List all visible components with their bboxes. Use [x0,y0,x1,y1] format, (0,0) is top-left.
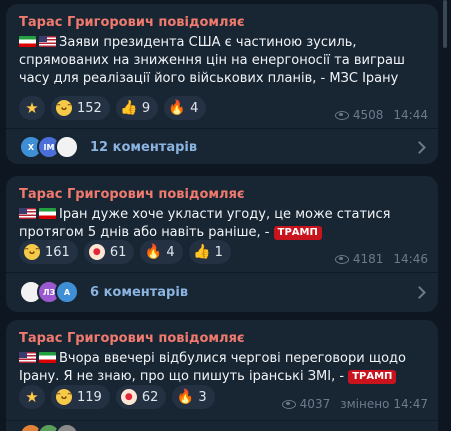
eye-icon [334,110,349,120]
commenter-avatars: X IM [19,135,79,159]
reaction-clown[interactable]: ● 61 [83,240,135,264]
clown-face-icon: ● [120,389,137,405]
reaction-fire[interactable]: 🔥 4 [140,240,183,264]
comments-count: 12 коментарів [90,139,198,155]
usa-flag-icon [19,208,36,219]
message-text: Вчора ввечері відбулися чергові перегово… [19,350,431,386]
reaction-fire[interactable]: 🔥 3 [172,385,215,409]
reaction-thumbs-up[interactable]: 👍 9 [115,96,159,120]
scrollbar[interactable] [443,0,447,48]
star-icon: ★ [25,388,39,406]
usa-flag-icon [19,352,36,363]
reactions-bar: ★ ᵔᴗᵔ 119 ● 62 🔥 3 [19,385,215,409]
message-feed[interactable]: Тарас Григорович повідомляє Заяви презид… [0,0,451,431]
edited-label: змінено [340,397,390,411]
reaction-clown[interactable]: ● 62 [115,385,167,409]
reaction-grin[interactable]: ᵔᴗᵔ 152 [51,96,110,120]
thumbs-up-icon: 👍 [120,100,138,116]
message-time: 14:46 [393,252,428,266]
chevron-right-icon [413,285,426,299]
sender-name[interactable]: Тарас Григорович повідомляє [19,15,245,30]
sender-name[interactable]: Тарас Григорович повідомляє [19,331,245,346]
reaction-grin[interactable]: ᵔᴗᵔ 119 [51,385,110,409]
divider [6,420,438,421]
channel-post[interactable]: Тарас Григорович повідомляє Заяви презид… [6,4,438,164]
view-count: 4508 [352,108,384,122]
reaction-count: 4 [190,100,199,116]
reaction-count: 1 [214,244,223,260]
fire-icon: 🔥 [176,389,195,405]
view-count: 4037 [299,397,331,411]
grinning-face-icon: ᵔᴗᵔ [56,100,72,116]
reaction-count: 152 [77,100,102,116]
reaction-fire[interactable]: 🔥 4 [164,96,207,120]
fire-icon: 🔥 [144,244,163,260]
comments-button[interactable]: X IM 12 коментарів [6,128,438,164]
commenter-avatars [19,423,79,431]
comments-count: 6 коментарів [90,284,189,300]
eye-icon [281,399,296,409]
star-icon: ★ [25,99,39,117]
reaction-count: 161 [45,244,70,260]
sender-name[interactable]: Тарас Григорович повідомляє [19,187,245,202]
message-time: 14:47 [393,397,428,411]
grinning-face-icon: ᵔᴗᵔ [56,389,72,405]
thumbs-up-icon: 👍 [192,244,211,260]
message-time: 14:44 [393,108,428,122]
reaction-star[interactable]: ★ [19,385,45,409]
reaction-count: 119 [77,389,102,405]
message-text: Іран дуже хоче укласти угоду, це може ст… [19,206,431,242]
clown-face-icon: ● [88,244,105,260]
fire-icon: 🔥 [168,100,186,116]
name-badge: ТРАМП [273,226,322,240]
message-body: Заяви президента США є частиною зусиль, … [19,35,405,86]
avatar [55,135,79,159]
avatar [55,423,79,431]
usa-flag-icon [39,36,56,47]
message-meta: 4181 14:46 [334,252,428,266]
iran-flag-icon [19,36,36,47]
name-badge: ТРАМП [348,370,397,384]
iran-flag-icon [39,208,56,219]
reaction-count: 4 [166,244,175,260]
message-body: Іран дуже хоче укласти угоду, це може ст… [19,207,391,240]
reactions-bar: ★ ᵔᴗᵔ 152 👍 9 🔥 4 [19,96,207,120]
reaction-star[interactable]: ★ [19,96,45,120]
reaction-count: 61 [109,244,127,260]
reaction-thumbs-up[interactable]: 👍 1 [188,240,231,264]
channel-post[interactable]: Тарас Григорович повідомляє Вчора ввечер… [6,320,438,431]
comments-button[interactable]: ЛЗ А 6 коментарів [6,273,438,311]
avatar: А [55,280,79,304]
reaction-count: 9 [141,100,151,116]
eye-icon [334,254,349,264]
commenter-avatars: ЛЗ А [19,280,79,304]
iran-flag-icon [39,352,56,363]
message-text: Заяви президента США є частиною зусиль, … [19,34,431,88]
reaction-grin[interactable]: ᵔᴗᵔ 161 [19,240,78,264]
grinning-face-icon: ᵔᴗᵔ [24,244,40,260]
view-count: 4181 [352,252,384,266]
reaction-count: 62 [141,389,159,405]
message-meta: 4508 14:44 [334,108,428,122]
message-meta: 4037 змінено 14:47 [281,397,428,411]
reaction-count: 3 [198,389,207,405]
reactions-bar: ᵔᴗᵔ 161 ● 61 🔥 4 👍 1 [19,240,231,264]
channel-post[interactable]: Тарас Григорович повідомляє Іран дуже хо… [6,176,438,312]
chevron-right-icon [413,140,426,154]
